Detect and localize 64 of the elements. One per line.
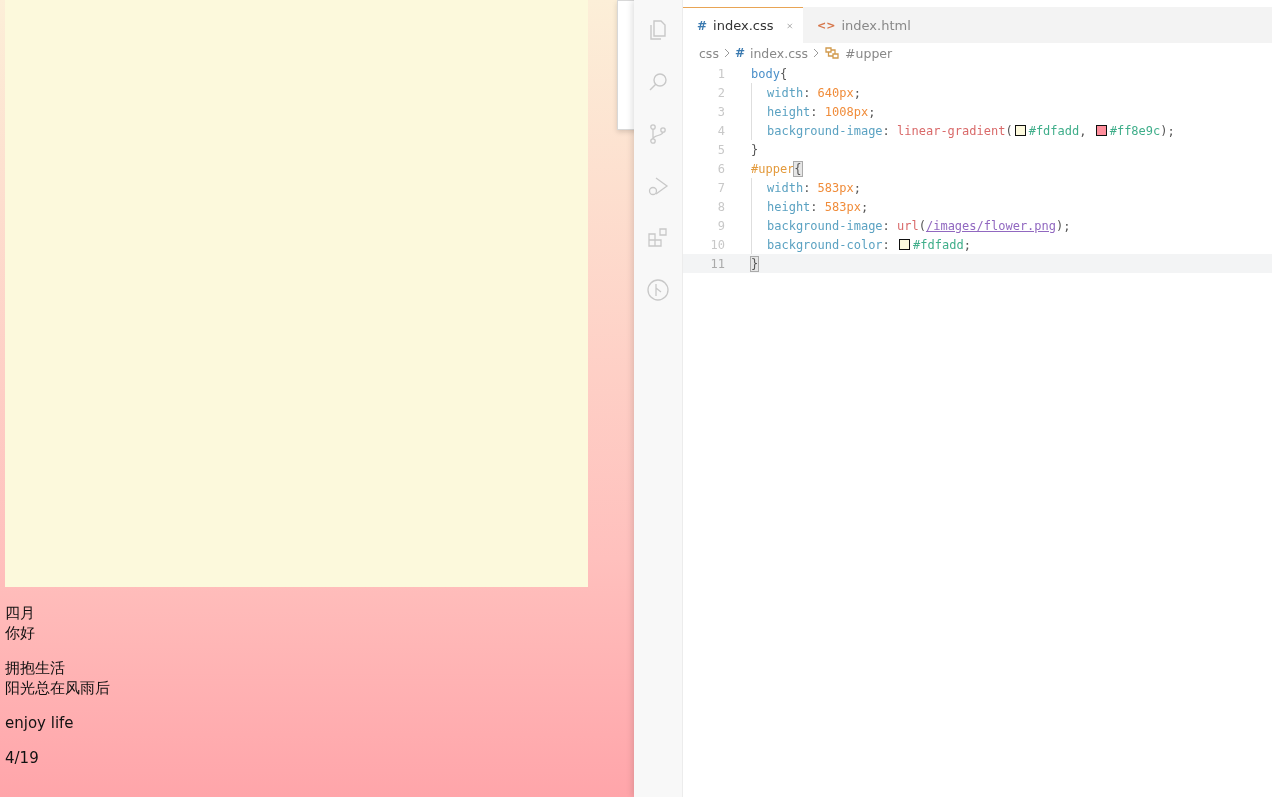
number-value: 640px [817, 85, 854, 100]
property-name: width [767, 180, 804, 195]
punctuation: ; [853, 180, 861, 195]
property-name: background-image [767, 123, 883, 138]
punctuation: : [882, 218, 891, 233]
close-icon[interactable] [787, 20, 793, 31]
tab-label: index.html [841, 17, 911, 33]
page-text: 你好 [5, 623, 35, 643]
punctuation: : [882, 237, 891, 252]
editor-tab[interactable]: <> index.html [803, 7, 923, 43]
punctuation: ); [1160, 123, 1175, 138]
number-value: 1008px [824, 104, 869, 119]
color-value: #fdfadd [913, 237, 964, 252]
tab-label: index.css [713, 18, 774, 33]
property-name: width [767, 85, 804, 100]
punctuation: ; [868, 104, 876, 119]
property-name: height [767, 104, 811, 119]
selector-text: body [751, 66, 780, 81]
punctuation: ); [1056, 218, 1071, 233]
property-name: background-image [767, 218, 883, 233]
breadcrumb-item[interactable]: #upper [845, 45, 893, 61]
color-swatch[interactable] [1095, 125, 1107, 136]
punctuation: { [779, 66, 788, 81]
editor-tab[interactable]: # index.css [683, 7, 803, 43]
color-swatch[interactable] [899, 239, 911, 250]
punctuation: ; [853, 85, 861, 100]
file-type-icon: <> [817, 18, 836, 32]
color-swatch[interactable] [1014, 125, 1026, 136]
punctuation: ; [860, 199, 869, 214]
punctuation: } [751, 142, 759, 157]
punctuation: , [1079, 123, 1088, 138]
matching-bracket: } [751, 256, 759, 271]
property-name: background-color [767, 237, 883, 252]
selector-text: #upper [751, 161, 795, 176]
punctuation: : [882, 123, 891, 138]
punctuation: ( [1005, 123, 1013, 138]
number-value: 583px [817, 180, 854, 195]
page-text: enjoy life [5, 713, 74, 733]
function-name: url [897, 218, 919, 233]
symbol-icon [824, 46, 841, 60]
chevron-icon [813, 48, 820, 58]
page-text: 四月 [5, 603, 35, 623]
line-number: 11 [709, 256, 725, 271]
breadcrumb-item[interactable]: css [699, 45, 719, 61]
punctuation: ( [918, 218, 926, 233]
color-value: #ff8e9c [1109, 123, 1161, 138]
page-text: 拥抱生活 [5, 658, 65, 678]
number-value: 583px [824, 199, 861, 214]
breadcrumb-item[interactable]: index.css [749, 45, 809, 61]
page-text: 阳光总在风雨后 [5, 678, 110, 698]
property-name: height [767, 199, 811, 214]
punctuation: : [803, 85, 812, 100]
punctuation: : [803, 180, 812, 195]
file-type-icon: # [697, 18, 708, 33]
extensions-icon[interactable] [646, 226, 670, 250]
color-value: #fdfadd [1028, 123, 1080, 138]
chevron-icon [723, 48, 730, 58]
punctuation: ; [963, 237, 971, 252]
punctuation: : [810, 104, 819, 119]
git-graph-icon[interactable] [646, 278, 670, 302]
file-type-icon: # [734, 46, 745, 60]
function-name: linear-gradient [897, 123, 1006, 138]
page-text: 4/19 [5, 748, 39, 768]
punctuation: : [810, 199, 819, 214]
